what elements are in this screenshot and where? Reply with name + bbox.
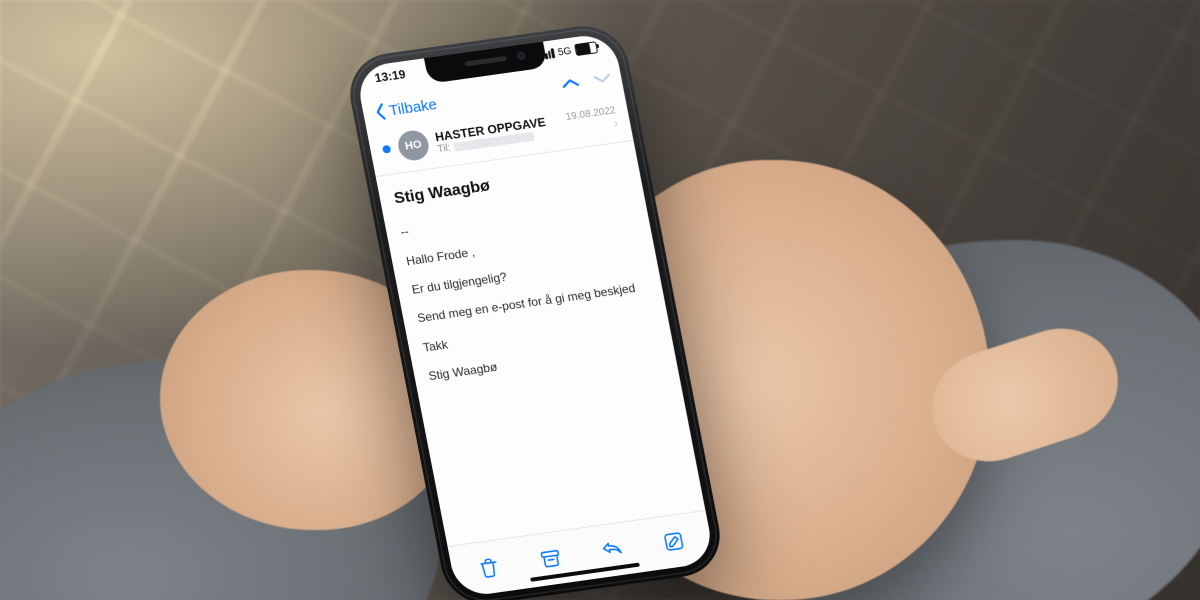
back-button[interactable]: Tilbake xyxy=(372,95,439,122)
compose-button[interactable] xyxy=(650,519,697,564)
back-label: Tilbake xyxy=(388,96,439,119)
battery-icon xyxy=(574,41,598,56)
compose-icon xyxy=(661,529,687,554)
archive-icon xyxy=(538,547,564,572)
photo-scene: 13:19 5G Tilbake xyxy=(0,0,1200,600)
next-message-button[interactable] xyxy=(592,70,613,91)
network-type-label: 5G xyxy=(557,45,572,58)
unread-dot-icon xyxy=(382,145,391,154)
front-camera xyxy=(517,51,526,60)
speaker-grille xyxy=(464,56,507,67)
chevron-left-icon xyxy=(372,102,389,122)
status-time: 13:19 xyxy=(374,67,407,85)
trash-icon xyxy=(476,555,502,580)
chevron-down-icon xyxy=(592,70,613,86)
reply-icon xyxy=(599,538,625,563)
avatar: HO xyxy=(396,129,431,163)
chevron-up-icon xyxy=(560,75,581,91)
previous-message-button[interactable] xyxy=(560,75,581,96)
trash-button[interactable] xyxy=(466,545,513,590)
to-label: Til: xyxy=(437,142,452,155)
